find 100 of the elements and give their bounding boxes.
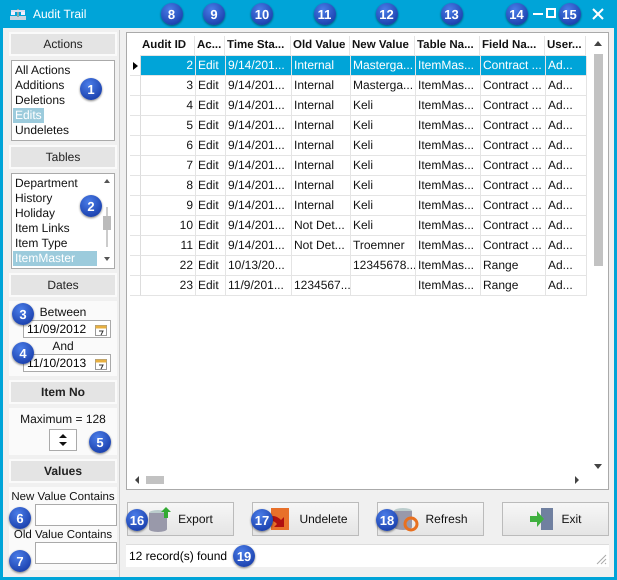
table-cell: ItemMas... [416, 276, 481, 296]
callout-badge: 6 [9, 507, 31, 529]
table-cell: ItemMas... [416, 76, 481, 96]
table-cell: Keli [351, 196, 416, 216]
table-cell: Not Det... [292, 236, 351, 256]
table-cell: ItemMas... [416, 96, 481, 116]
export-button[interactable]: 16 Export [127, 502, 234, 536]
table-cell: Ad... [546, 76, 587, 96]
list-item[interactable]: Deletions [13, 93, 68, 108]
callout-badge: 12 [376, 3, 398, 25]
table-row[interactable]: 22 Edit 10/13/20... 12345678...ItemMas... Range Ad... [130, 256, 608, 276]
refresh-button[interactable]: 18 Refresh [377, 502, 484, 536]
field-label: New Value Contains [11, 491, 115, 503]
table-cell: 8 [141, 176, 196, 196]
table-row[interactable]: 4 Edit 9/14/201... Internal Keli ItemMas... Contract ... Ad... [130, 96, 608, 116]
table-cell: ItemMas... [416, 236, 481, 256]
callout-badge: 2 [80, 195, 102, 217]
table-cell: Keli [351, 176, 416, 196]
table-cell: 2 [141, 56, 196, 76]
list-item[interactable]: Item Type [13, 236, 70, 251]
resize-grip-icon[interactable] [595, 553, 607, 565]
table-cell: Contract ... [481, 136, 546, 156]
table-row[interactable]: 23 Edit 11/9/201... 1234567... ItemMas... Range Ad... [130, 276, 608, 296]
input-field[interactable] [35, 542, 117, 564]
table-cell: 9/14/201... [226, 56, 292, 76]
callout-badge: 7 [9, 550, 31, 572]
table-cell: Ad... [546, 196, 587, 216]
table-cell: Ad... [546, 236, 587, 256]
table-row[interactable]: 7 Edit 9/14/201... Internal Keli ItemMas... Contract ... Ad... [130, 156, 608, 176]
undelete-button[interactable]: 17 Undelete [252, 502, 359, 536]
table-cell: Edit [196, 236, 226, 256]
table-row[interactable]: 8 Edit 9/14/201... Internal Keli ItemMas... Contract ... Ad... [130, 176, 608, 196]
table-cell: 22 [141, 256, 196, 276]
section-header: Values [9, 459, 117, 483]
callout-badge: 1 [80, 78, 102, 100]
table-cell: Keli [351, 136, 416, 156]
callout-badge: 9 [203, 3, 225, 25]
table-cell: Ad... [546, 136, 587, 156]
list-item[interactable]: Holiday [13, 206, 58, 221]
maximize-icon[interactable] [546, 8, 556, 18]
callout-badge: 14 [506, 3, 528, 25]
table-row[interactable]: 3 Edit 9/14/201... Internal Masterga... ItemMas... Contract ... Ad... [130, 76, 608, 96]
table-cell: Internal [292, 96, 351, 116]
field-label: Between [40, 305, 86, 319]
table-cell: Contract ... [481, 176, 546, 196]
exit-button[interactable]: Exit [502, 502, 609, 536]
spinner-field[interactable] [49, 429, 77, 451]
callout-badge: 11 [314, 3, 336, 25]
table-cell: Range [481, 276, 546, 296]
table-cell: 11 [141, 236, 196, 256]
table-cell: 4 [141, 96, 196, 116]
table-cell: Edit [196, 196, 226, 216]
table-cell: ItemMas... [416, 136, 481, 156]
callout-badge: 8 [160, 3, 182, 25]
close-icon[interactable] [592, 8, 604, 20]
table-cell: ItemMas... [416, 196, 481, 216]
date-field[interactable]: 11/09/2012 [23, 320, 111, 338]
table-cell: 3 [141, 76, 196, 96]
table-row[interactable]: 6 Edit 9/14/201... Internal Keli ItemMas... Contract ... Ad... [130, 136, 608, 156]
field-label: And [52, 339, 74, 353]
table-cell: Edit [196, 136, 226, 156]
input-field[interactable] [35, 504, 117, 526]
table-cell: Contract ... [481, 56, 546, 76]
table-cell: 5 [141, 116, 196, 136]
table-cell: Troemner [351, 236, 416, 256]
section-header: Item No [9, 380, 117, 404]
table-cell: Ad... [546, 276, 587, 296]
calendar-icon[interactable] [95, 322, 107, 336]
table-cell: Edit [196, 176, 226, 196]
table-cell: Contract ... [481, 236, 546, 256]
database-refresh-icon [393, 506, 420, 532]
list-item[interactable]: Item Links [13, 221, 72, 236]
callout-badge: 17 [251, 509, 273, 531]
list-item[interactable]: Department [13, 176, 80, 191]
table-cell: Range [481, 256, 546, 276]
calendar-icon[interactable] [95, 356, 107, 370]
scale-icon [9, 7, 27, 21]
table-cell: 7 [141, 156, 196, 176]
callout-badge: 3 [12, 303, 34, 325]
callout-badge: 16 [126, 509, 148, 531]
table-cell: Contract ... [481, 76, 546, 96]
table-cell: Edit [196, 116, 226, 136]
callout-badge: 18 [376, 509, 398, 531]
row-pointer-icon [132, 62, 138, 70]
list-item[interactable]: All Actions [13, 63, 72, 78]
table-row[interactable]: 5 Edit 9/14/201... Internal Keli ItemMas... Contract ... Ad... [130, 116, 608, 136]
list-item[interactable]: Undeletes [13, 123, 72, 138]
table-cell: Internal [292, 116, 351, 136]
table-cell: Internal [292, 76, 351, 96]
table-cell: ItemMas... [416, 176, 481, 196]
table-row[interactable]: 11 Edit 9/14/201... Not Det... Troemner ItemMas... Contract ... Ad... [130, 236, 608, 256]
table-cell: 11/9/201... [226, 276, 292, 296]
list-item[interactable]: Additions [13, 78, 66, 93]
list-item[interactable]: History [13, 191, 54, 206]
table-row[interactable]: 9 Edit 9/14/201... Internal Keli ItemMas... Contract ... Ad... [130, 196, 608, 216]
table-cell: Edit [196, 156, 226, 176]
table-row[interactable]: 10 Edit 9/14/201... Not Det... Keli ItemMas... Contract ... Ad... [130, 216, 608, 236]
table-cell: 12345678... [351, 256, 416, 276]
table-cell: ItemMas... [416, 156, 481, 176]
table-cell: 9/14/201... [226, 136, 292, 156]
